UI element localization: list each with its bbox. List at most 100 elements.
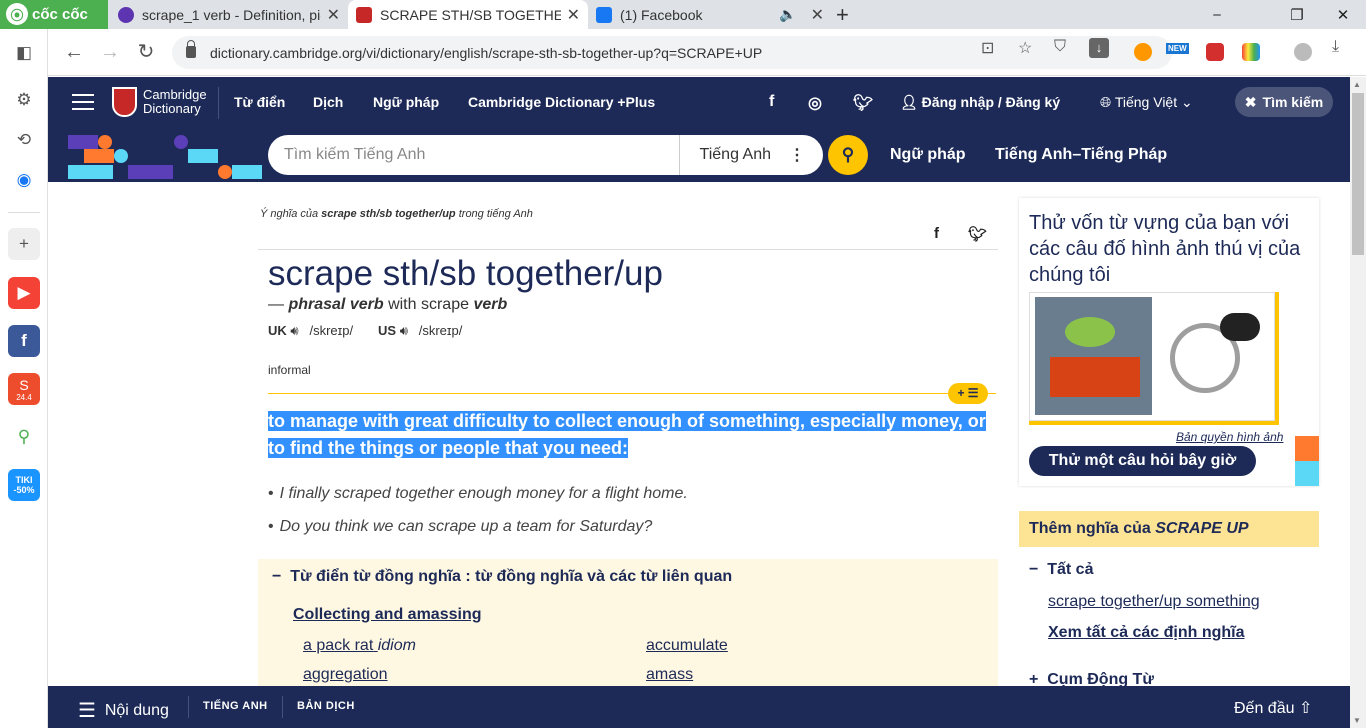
collapse-icon: −: [272, 568, 282, 585]
related-link[interactable]: scrape together/up something: [1048, 593, 1260, 611]
globe-icon: 🌐︎: [1100, 94, 1115, 110]
settings-icon[interactable]: ⚙: [8, 84, 40, 116]
header-divider: [218, 87, 219, 119]
english-french-link[interactable]: Tiếng Anh–Tiếng Pháp: [995, 146, 1167, 164]
more-vertical-icon: ⋮: [789, 147, 805, 164]
image-credits-link[interactable]: Bản quyền hình ảnh: [1176, 430, 1283, 444]
nav-grammar[interactable]: Ngữ pháp: [373, 94, 439, 110]
translation-tab[interactable]: BẢN DỊCH: [297, 700, 355, 712]
facebook-favicon-icon: [596, 6, 612, 23]
lock-icon: [186, 40, 196, 58]
youtube-icon[interactable]: ▶: [8, 277, 40, 309]
close-tab-icon[interactable]: ✕: [327, 5, 340, 25]
extension-icon[interactable]: [1206, 43, 1224, 61]
scroll-up-icon[interactable]: ▲: [1353, 80, 1361, 89]
reload-button[interactable]: ↻: [134, 41, 158, 65]
chevron-down-icon: ⌄: [1177, 94, 1193, 110]
tab-cambridge[interactable]: SCRAPE STH/SB TOGETHER/U ✕: [348, 0, 588, 29]
share-facebook-icon[interactable]: f: [934, 225, 939, 242]
dishwasher-image: [1035, 297, 1152, 415]
search-button[interactable]: ⚲: [828, 135, 868, 175]
tab-oxford[interactable]: scrape_1 verb - Definition, pic ✕: [110, 0, 348, 29]
audio-us-icon[interactable]: 🔊︎: [400, 323, 408, 338]
divider: [188, 696, 189, 718]
close-icon: ✖: [1244, 93, 1257, 110]
new-badge[interactable]: NEW: [1166, 43, 1189, 54]
nav-translate[interactable]: Dịch: [313, 94, 343, 110]
thesaurus-word[interactable]: aggregation: [303, 666, 388, 684]
thesaurus-word[interactable]: amass: [646, 666, 693, 684]
close-search-button[interactable]: ✖ Tìm kiếm: [1235, 87, 1333, 117]
add-to-list-button[interactable]: + ☰: [948, 383, 988, 404]
all-toggle[interactable]: − Tất cả: [1029, 561, 1093, 579]
shopee-icon[interactable]: S 24.4: [8, 373, 40, 405]
site-logo[interactable]: Cambridge Dictionary: [112, 87, 207, 117]
menu-icon: ☰: [78, 700, 96, 722]
register-label: informal: [268, 363, 311, 377]
extension-icon[interactable]: [1242, 43, 1260, 61]
definition: to manage with great difficulty to colle…: [268, 411, 986, 458]
add-icon[interactable]: +: [8, 228, 40, 260]
quiz-image[interactable]: [1029, 292, 1279, 425]
translate-icon[interactable]: ⊡: [981, 38, 994, 58]
speaker-icon[interactable]: 🔈: [779, 6, 796, 23]
scroll-down-icon[interactable]: ▼: [1353, 716, 1361, 725]
login-link[interactable]: 👤︎ Đăng nhập / Đăng ký: [900, 94, 1060, 111]
quiz-promo: Thử vốn từ vựng của bạn với các câu đố h…: [1019, 198, 1319, 486]
sidebar-toggle-icon[interactable]: ◧: [8, 37, 40, 69]
facebook-icon[interactable]: f: [769, 93, 774, 111]
decor-block: [68, 165, 113, 179]
minimize-button[interactable]: ⎯: [1194, 0, 1240, 29]
language-select[interactable]: 🌐︎ Tiếng Việt ⌄: [1100, 94, 1193, 111]
part-of-speech: — phrasal verb with scrape verb: [268, 296, 508, 313]
search-field: Tìm kiếm Tiếng Anh Tiếng Anh ⋮: [268, 135, 823, 175]
dishes-image: [1065, 317, 1115, 347]
close-tab-icon[interactable]: ✕: [567, 5, 580, 25]
search-input[interactable]: Tìm kiếm Tiếng Anh: [268, 146, 679, 164]
shield-icon[interactable]: ⛉: [1054, 38, 1066, 56]
coccoc-map-icon[interactable]: ⚲: [8, 421, 40, 453]
coccoc-logo[interactable]: ⦿ cốc cốc: [6, 3, 88, 25]
grammar-link[interactable]: Ngữ pháp: [890, 146, 966, 164]
decor-block: [98, 135, 112, 149]
try-quiz-button[interactable]: Thử một câu hỏi bây giờ: [1029, 446, 1256, 476]
instagram-icon[interactable]: ◎: [808, 93, 822, 113]
maximize-button[interactable]: ❐: [1274, 0, 1320, 29]
new-tab-button[interactable]: +: [836, 2, 849, 28]
downloads-icon[interactable]: ⤓: [1332, 38, 1339, 56]
tiki-icon[interactable]: TIKI -50%: [8, 469, 40, 501]
contents-button[interactable]: ☰ Nội dung: [78, 698, 169, 723]
history-icon[interactable]: ⟲: [8, 124, 40, 156]
thesaurus-heading[interactable]: − Từ điển từ đồng nghĩa : từ đồng nghĩa …: [272, 568, 732, 586]
plates-image: [1050, 357, 1140, 397]
forward-button[interactable]: →: [98, 41, 122, 65]
nav-dictionary[interactable]: Từ điển: [234, 94, 285, 110]
twitter-icon[interactable]: 🐦︎: [853, 93, 873, 113]
close-window-button[interactable]: ✕: [1320, 0, 1366, 29]
download-icon[interactable]: ↓: [1089, 38, 1109, 58]
decor-block: [1295, 436, 1319, 461]
extension-icon[interactable]: [1134, 43, 1152, 61]
back-to-top-button[interactable]: Đến đầu ⇧: [1234, 698, 1312, 718]
nav-plus[interactable]: Cambridge Dictionary +Plus: [468, 94, 655, 110]
us-pronunciation: US 🔊︎ /skreɪp/: [378, 323, 463, 338]
english-tab[interactable]: TIẾNG ANH: [203, 700, 268, 712]
menu-icon[interactable]: [72, 94, 94, 110]
messenger-icon[interactable]: ◉: [8, 164, 40, 196]
see-all-link[interactable]: Xem tất cả các định nghĩa: [1048, 624, 1245, 642]
avatar[interactable]: [1294, 43, 1312, 61]
thesaurus-word[interactable]: a pack rat idiom: [303, 637, 416, 655]
scrollbar-thumb[interactable]: [1352, 93, 1364, 255]
thesaurus-word[interactable]: accumulate: [646, 637, 728, 655]
close-tab-icon[interactable]: ✕: [811, 5, 824, 25]
dictionary-select[interactable]: Tiếng Anh ⋮: [678, 135, 823, 175]
tab-facebook[interactable]: (1) Facebook 🔈 ✕: [588, 0, 832, 29]
oxford-favicon-icon: [118, 6, 134, 23]
back-button[interactable]: ←: [62, 41, 86, 65]
facebook-icon[interactable]: f: [8, 325, 40, 357]
search-bar: Tìm kiếm Tiếng Anh Tiếng Anh ⋮ ⚲ Ngữ pháp…: [48, 129, 1350, 182]
bookmark-star-icon[interactable]: ☆: [1018, 38, 1032, 58]
audio-uk-icon[interactable]: 🔊︎: [290, 323, 298, 338]
share-twitter-icon[interactable]: 🐦︎: [968, 225, 987, 243]
thesaurus-category[interactable]: Collecting and amassing: [293, 606, 481, 624]
